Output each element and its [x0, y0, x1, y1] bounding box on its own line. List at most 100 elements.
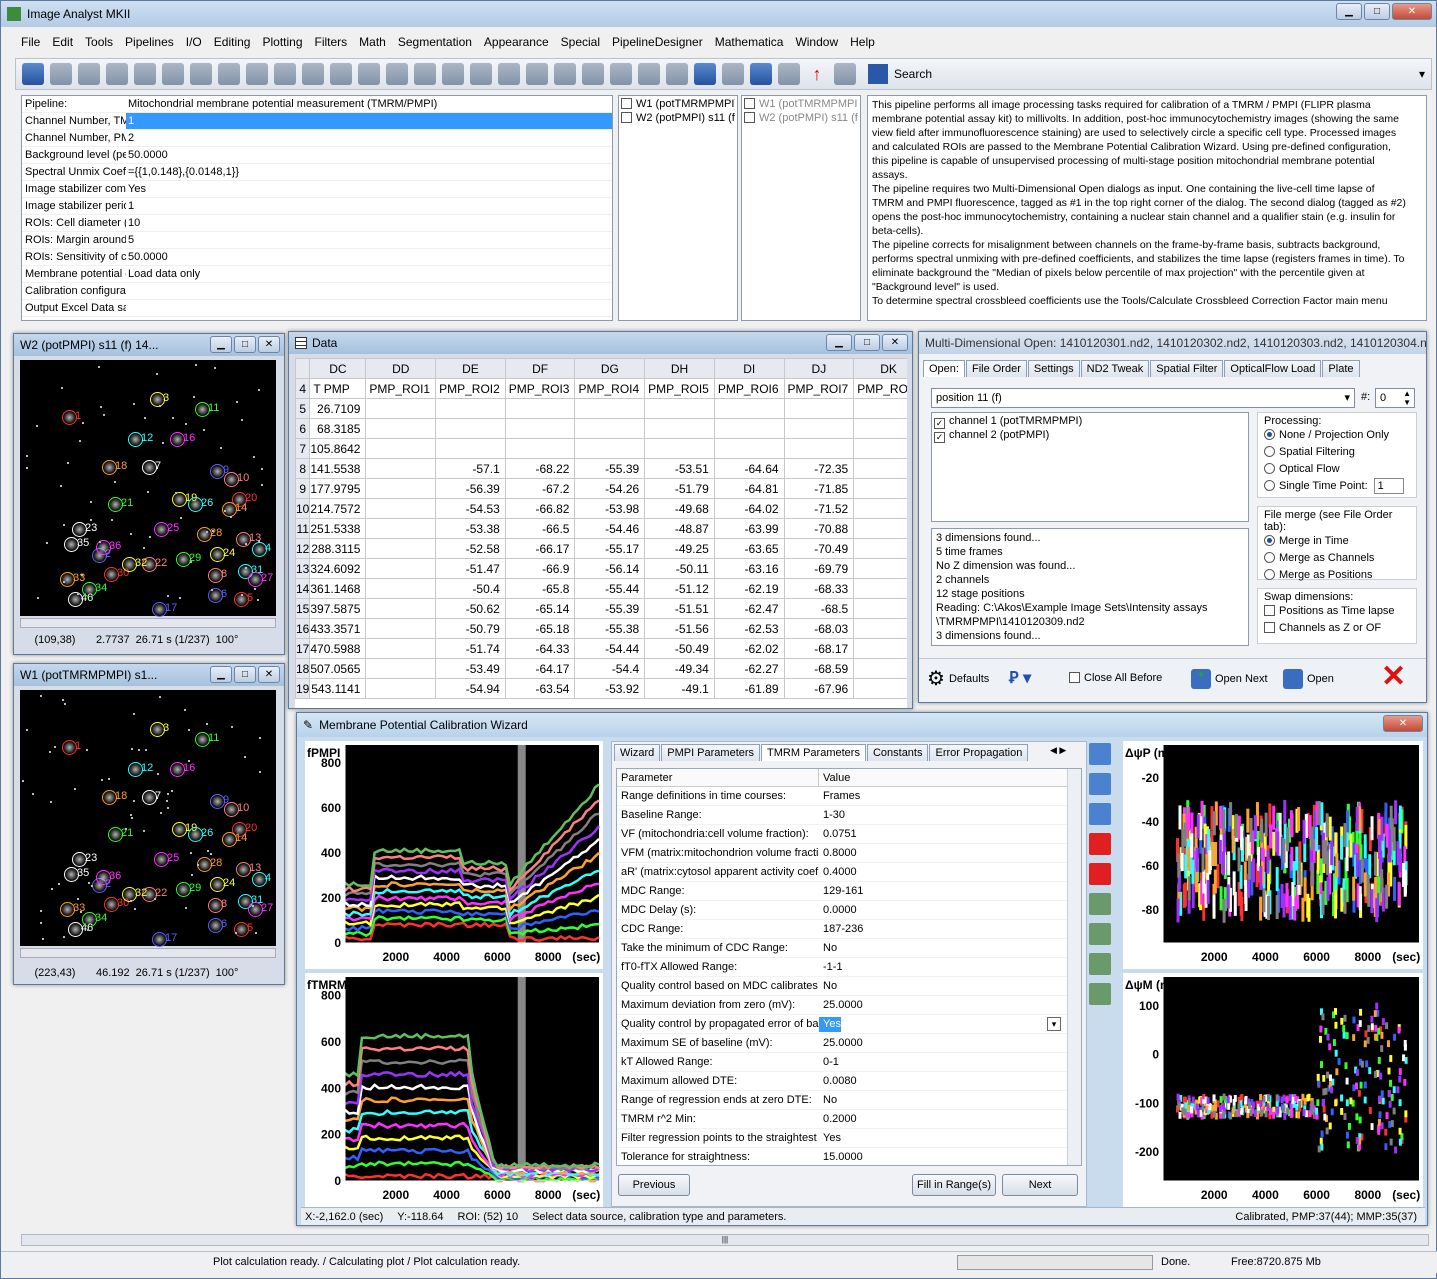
menu-window[interactable]: Window [795, 35, 838, 49]
param-row[interactable]: fT0-fTX Allowed Range: -1-1 [617, 958, 1081, 977]
pipeline-param-row[interactable]: ROIs: Margin around 5 [22, 232, 612, 249]
table-cell[interactable]: -65.8 [504, 578, 576, 599]
param-row[interactable]: Quality control by propagated error of b… [617, 1015, 1081, 1034]
table-cell[interactable]: -64.81 [713, 478, 785, 499]
table-cell[interactable] [435, 398, 506, 419]
table-cell[interactable] [365, 398, 437, 419]
stack1-icon[interactable] [470, 63, 492, 85]
table-cell[interactable]: -55.17 [574, 538, 646, 559]
table-cell[interactable]: -70.49 [783, 538, 855, 559]
row-header[interactable]: 16 [295, 618, 311, 639]
table-cell[interactable]: 470.5988 [309, 638, 367, 659]
table-cell[interactable]: 433.3571 [309, 618, 367, 639]
data-maximize-button[interactable]: □ [854, 334, 880, 351]
column-header[interactable]: DK [853, 358, 907, 379]
table-cell[interactable]: -55.39 [574, 458, 646, 479]
table-cell[interactable]: -51.79 [644, 478, 715, 499]
menu-plotting[interactable]: Plotting [262, 35, 302, 49]
param-row[interactable]: Maximum allowed DTE: 0.0080 [617, 1072, 1081, 1091]
arrow-up-icon[interactable]: ↑ [806, 63, 828, 85]
table-cell[interactable]: -63.65 [713, 538, 785, 559]
table-cell[interactable] [365, 618, 437, 639]
param-row[interactable]: Filter regression points to the straight… [617, 1129, 1081, 1148]
table-cell[interactable] [574, 418, 646, 439]
pipeline-param-row[interactable]: Calibration configurat [22, 283, 612, 300]
table-cell[interactable]: -50.62 [435, 598, 506, 619]
w1-scrollbar[interactable] [20, 948, 276, 958]
table-cell[interactable] [365, 578, 437, 599]
pipeline-param-row[interactable]: Membrane potential c Load data only [22, 266, 612, 283]
table-cell[interactable]: -53.92 [574, 678, 646, 699]
table-cell[interactable] [853, 518, 907, 539]
param-row[interactable]: Range of regression ends at zero DTE: No [617, 1091, 1081, 1110]
w1-minimize-button[interactable]: ▁ [210, 666, 232, 683]
table-cell[interactable]: PMP_ROI1 [365, 378, 437, 399]
param-row[interactable]: Tolerance for straightness: 15.0000 [617, 1148, 1081, 1165]
row-header[interactable]: 19 [295, 678, 311, 699]
table-cell[interactable]: -50.4 [435, 578, 506, 599]
table-cell[interactable]: -54.26 [574, 478, 646, 499]
menu-file[interactable]: File [21, 35, 40, 49]
table-cell[interactable]: -50.49 [644, 638, 715, 659]
table-cell[interactable]: -62.53 [713, 618, 785, 639]
cut-icon[interactable] [134, 63, 156, 85]
table-cell[interactable]: -61.89 [713, 678, 785, 699]
menu-pipelines[interactable]: Pipelines [125, 35, 174, 49]
swap-option[interactable]: Positions as Time lapse [1264, 603, 1410, 620]
tab-spatialfilter[interactable]: Spatial Filter [1150, 360, 1224, 377]
tab-fileorder[interactable]: File Order [965, 360, 1027, 377]
table-cell[interactable] [435, 438, 506, 459]
w2-close-button[interactable]: ✕ [258, 336, 280, 353]
pipeline-param-row[interactable]: Spectral Unmix Coeff ={{1,0.148},{0.0148,… [22, 164, 612, 181]
table-cell[interactable] [853, 478, 907, 499]
gear-icon[interactable] [610, 63, 632, 85]
pipeline-designer-dropdown[interactable]: Ꝑ ▾ [1009, 668, 1053, 690]
table-cell[interactable]: -62.19 [713, 578, 785, 599]
table-cell[interactable] [783, 398, 855, 419]
table-cell[interactable]: -54.44 [574, 638, 646, 659]
table-cell[interactable]: -68.17 [783, 638, 855, 659]
layer3-icon[interactable] [414, 63, 436, 85]
table-cell[interactable]: 68.3185 [309, 418, 367, 439]
table-cell[interactable]: -67.2 [504, 478, 576, 499]
w1-close-button[interactable]: ✕ [258, 666, 280, 683]
import-icon[interactable] [1089, 773, 1111, 795]
table-cell[interactable] [435, 418, 506, 439]
table-cell[interactable]: 288.3115 [309, 538, 367, 559]
table-cell[interactable] [853, 438, 907, 459]
param-row[interactable]: VFM (matrix:mitochondrion volume fractio… [617, 844, 1081, 863]
tab-wizard[interactable]: Wizard [614, 744, 661, 761]
table-cell[interactable]: -62.02 [713, 638, 785, 659]
row-header[interactable]: 7 [295, 438, 311, 459]
tab-errorpropagation[interactable]: Error Propagation [929, 744, 1029, 761]
table-cell[interactable]: 251.5338 [309, 518, 367, 539]
param-row[interactable]: Quality control based on MDC calibrates … [617, 977, 1081, 996]
table-cell[interactable] [365, 518, 437, 539]
pipeline-param-row[interactable]: Background level (pe 50.0000 [22, 147, 612, 164]
table-cell[interactable]: PMP_ROI8 [853, 378, 907, 399]
refresh-icon[interactable] [554, 63, 576, 85]
table-cell[interactable]: -62.27 [713, 658, 785, 679]
table-cell[interactable]: -71.52 [783, 498, 855, 519]
table-cell[interactable] [853, 658, 907, 679]
scissor-icon[interactable] [1089, 953, 1111, 975]
table-cell[interactable]: 543.1141 [309, 678, 367, 699]
table-cell[interactable]: 361.1468 [309, 578, 367, 599]
table-cell[interactable]: -55.38 [574, 618, 646, 639]
row-header[interactable]: 8 [295, 458, 311, 479]
table-cell[interactable]: -49.25 [644, 538, 715, 559]
menu-segmentation[interactable]: Segmentation [398, 35, 472, 49]
table-cell[interactable]: -53.98 [574, 498, 646, 519]
table-cell[interactable] [644, 398, 715, 419]
table-cell[interactable]: -69.79 [783, 558, 855, 579]
minimize-button[interactable]: ▁ [1336, 3, 1362, 20]
film-red-icon[interactable] [1089, 863, 1111, 885]
row-header[interactable]: 10 [295, 498, 311, 519]
table-cell[interactable] [853, 498, 907, 519]
save-icon[interactable] [50, 63, 72, 85]
table-cell[interactable]: -72.35 [783, 458, 855, 479]
param-row[interactable]: kT Allowed Range: 0-1 [617, 1053, 1081, 1072]
layer4-icon[interactable] [442, 63, 464, 85]
open-icon[interactable] [22, 63, 44, 85]
menu-editing[interactable]: Editing [214, 35, 251, 49]
